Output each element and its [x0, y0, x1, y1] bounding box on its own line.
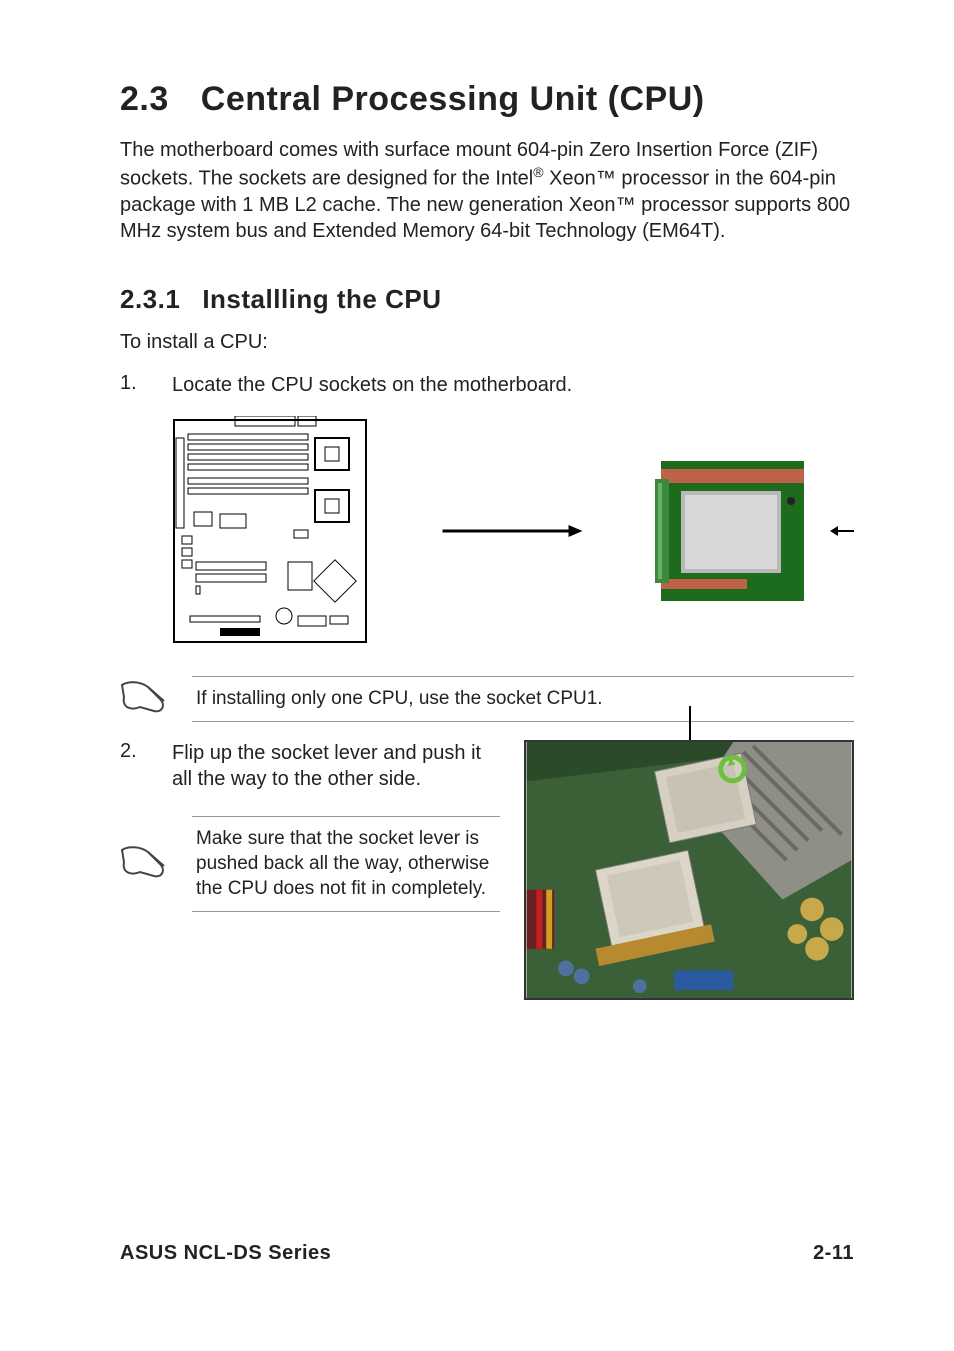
note-callout: Make sure that the socket lever is pushe…	[120, 816, 500, 912]
page-footer: ASUS NCL-DS Series 2-11	[120, 1242, 854, 1265]
section-intro: The motherboard comes with surface mount…	[120, 137, 854, 244]
section-heading: 2.3 Central Processing Unit (CPU)	[120, 80, 854, 119]
note-callout: If installing only one CPU, use the sock…	[120, 676, 854, 723]
arrow-right-icon	[390, 524, 635, 538]
diagram-row	[170, 416, 854, 646]
step-item: 1. Locate the CPU sockets on the motherb…	[120, 372, 854, 398]
step-text: Flip up the socket lever and push it all…	[172, 740, 500, 792]
footer-left: ASUS NCL-DS Series	[120, 1242, 331, 1265]
section-title-text: Central Processing Unit (CPU)	[201, 80, 705, 118]
step-text: Locate the CPU sockets on the motherboar…	[172, 372, 572, 398]
step-number: 1.	[120, 372, 148, 398]
hand-pointing-icon	[120, 681, 168, 717]
cpu-render-icon	[655, 461, 810, 601]
subsection-title-text: Installling the CPU	[202, 284, 441, 314]
note-text: If installing only one CPU, use the sock…	[192, 676, 854, 723]
note-text: Make sure that the socket lever is pushe…	[192, 816, 500, 912]
step-item: 2. Flip up the socket lever and push it …	[120, 740, 500, 792]
subsection-heading: 2.3.1 Installling the CPU	[120, 284, 854, 315]
step-number: 2.	[120, 740, 148, 792]
document-page: 2.3 Central Processing Unit (CPU) The mot…	[0, 0, 954, 1351]
arrow-left-icon	[830, 525, 854, 537]
subsection-number: 2.3.1	[120, 284, 180, 314]
section-number: 2.3	[120, 80, 169, 118]
subsection-lead: To install a CPU:	[120, 331, 854, 354]
motherboard-diagram-icon	[170, 416, 370, 646]
two-column-block: 2. Flip up the socket lever and push it …	[120, 740, 854, 1000]
socket-photo	[524, 740, 854, 1000]
hand-pointing-icon	[120, 846, 168, 882]
footer-right: 2-11	[813, 1242, 854, 1265]
